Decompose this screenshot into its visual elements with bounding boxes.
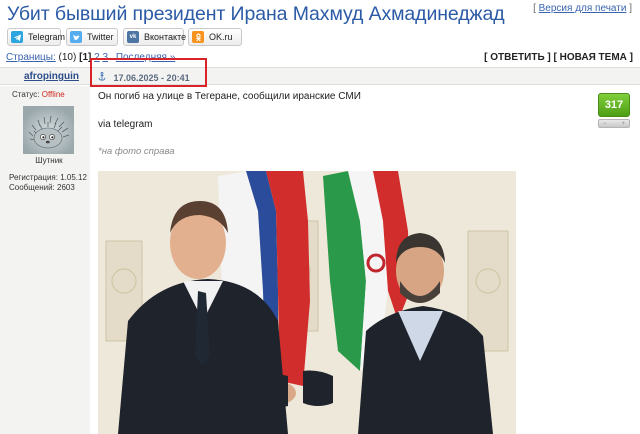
share-twitter-label: Twitter bbox=[87, 32, 114, 42]
status-label: Статус: bbox=[12, 90, 40, 99]
share-telegram-label: Telegram bbox=[28, 32, 66, 42]
share-ok-button[interactable]: OK.ru bbox=[188, 28, 242, 46]
vk-icon: vk bbox=[127, 31, 139, 43]
reg-label: Регистрация: bbox=[9, 173, 58, 182]
author-stats: Регистрация: 1.05.12 Сообщений: 2603 bbox=[9, 173, 87, 193]
topic-actions: [ ОТВЕТИТЬ ] [ НОВАЯ ТЕМА ] bbox=[484, 52, 633, 63]
share-telegram-button[interactable]: Telegram bbox=[7, 28, 65, 46]
new-topic-button[interactable]: НОВАЯ ТЕМА bbox=[560, 52, 627, 63]
reg-date: 1.05.12 bbox=[60, 173, 87, 182]
post-text: Он погиб на улице в Тегеране, сообщили и… bbox=[98, 91, 361, 102]
telegram-icon bbox=[11, 31, 23, 43]
pagination: Страницы: (10) [1] 2 3 Последняя » bbox=[6, 52, 175, 63]
post-anchor-icon[interactable] bbox=[98, 71, 109, 83]
post-photo[interactable] bbox=[98, 171, 516, 434]
author-rank: Шутник bbox=[35, 156, 63, 165]
pages-count: (10) bbox=[58, 52, 77, 63]
page-link-3[interactable]: 3 bbox=[102, 52, 108, 63]
post-via: via telegram bbox=[98, 119, 153, 130]
share-twitter-button[interactable]: Twitter bbox=[66, 28, 118, 46]
print-version: [ Версия для печати ] bbox=[533, 3, 632, 14]
pagination-bar: Страницы: (10) [1] 2 3 Последняя » [ ОТВ… bbox=[0, 50, 640, 66]
page-link-2[interactable]: 2 bbox=[94, 52, 100, 63]
pages-label[interactable]: Страницы: bbox=[6, 52, 56, 63]
share-vk-label: Вконтакте bbox=[144, 32, 187, 42]
author-name[interactable]: afropinguin bbox=[24, 71, 79, 82]
ok-icon bbox=[192, 31, 204, 43]
current-page: [1] bbox=[79, 52, 92, 63]
author-profile: Статус: Offline Шутник Регистрация: 1.05… bbox=[0, 86, 90, 434]
photo-note: *на фото справа bbox=[98, 146, 175, 157]
status-value: Offline bbox=[41, 90, 65, 99]
avatar[interactable] bbox=[23, 106, 74, 154]
post-date-text: 17.06.2025 - 20:41 bbox=[113, 73, 190, 83]
share-vk-button[interactable]: vk Вконтакте bbox=[123, 28, 187, 46]
rating-minus-button[interactable]: − bbox=[603, 121, 607, 127]
posts-count: 2603 bbox=[57, 183, 75, 192]
reply-button[interactable]: ОТВЕТИТЬ bbox=[490, 52, 544, 63]
post-date: 17.06.2025 - 20:41 bbox=[98, 71, 190, 83]
post-header: afropinguin 17.06.2025 - 20:41 bbox=[0, 67, 640, 85]
rating-badge: 317 bbox=[598, 93, 630, 117]
rating-plus-button[interactable]: + bbox=[621, 121, 625, 127]
author-status: Статус: Offline bbox=[12, 90, 65, 99]
twitter-icon bbox=[70, 31, 82, 43]
share-ok-label: OK.ru bbox=[209, 32, 233, 42]
posts-label: Сообщений: bbox=[9, 183, 55, 192]
post-body: Он погиб на улице в Тегеране, сообщили и… bbox=[98, 86, 640, 434]
print-version-link[interactable]: Версия для печати bbox=[539, 3, 627, 14]
topic-title: Убит бывший президент Ирана Махмуд Ахмад… bbox=[7, 3, 505, 25]
rating-controls: − + bbox=[598, 119, 630, 128]
last-page-link[interactable]: Последняя » bbox=[116, 52, 175, 63]
